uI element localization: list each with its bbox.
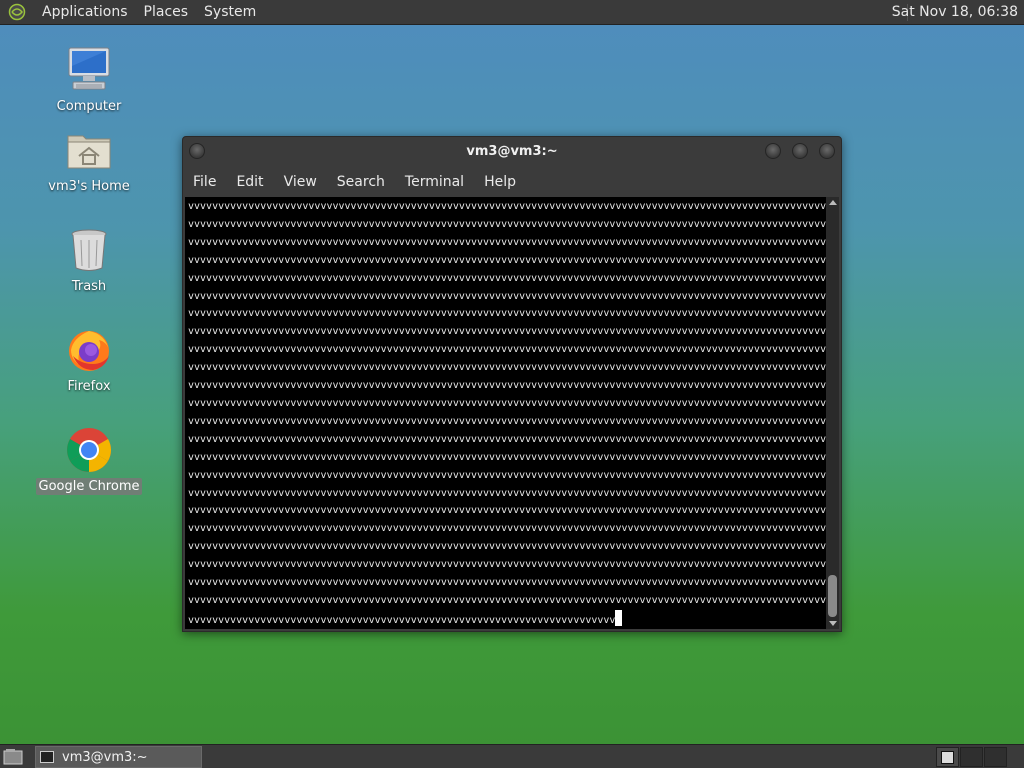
terminal-line: vvvvvvvvvvvvvvvvvvvvvvvvvvvvvvvvvvvvvvvv…: [188, 523, 827, 535]
show-desktop-icon[interactable]: [3, 748, 23, 766]
menu-system[interactable]: System: [196, 0, 264, 25]
terminal-line: vvvvvvvvvvvvvvvvvvvvvvvvvvvvvvvvvvvvvvvv…: [188, 541, 827, 553]
terminal-line: vvvvvvvvvvvvvvvvvvvvvvvvvvvvvvvvvvvvvvvv…: [188, 609, 827, 629]
terminal-line: vvvvvvvvvvvvvvvvvvvvvvvvvvvvvvvvvvvvvvvv…: [188, 344, 827, 356]
terminal-icon: [40, 751, 54, 763]
home-folder-icon: [67, 135, 111, 169]
taskbar-item-label: vm3@vm3:~: [62, 749, 148, 765]
maximize-button[interactable]: [792, 143, 808, 159]
desktop-icon-label: Google Chrome: [35, 478, 143, 495]
close-button[interactable]: [819, 143, 835, 159]
desktop-icon-label: Trash: [71, 279, 107, 294]
bottom-panel: vm3@vm3:~: [0, 744, 1024, 768]
window-title: vm3@vm3:~: [466, 144, 558, 159]
terminal-output[interactable]: vvvvvvvvvvvvvvvvvvvvvvvvvvvvvvvvvvvvvvvv…: [185, 197, 827, 629]
terminal-line: vvvvvvvvvvvvvvvvvvvvvvvvvvvvvvvvvvvvvvvv…: [188, 397, 827, 409]
terminal-cursor: [615, 609, 623, 626]
terminal-scrollbar[interactable]: [826, 197, 839, 629]
terminal-line: vvvvvvvvvvvvvvvvvvvvvvvvvvvvvvvvvvvvvvvv…: [188, 254, 827, 266]
terminal-line: vvvvvvvvvvvvvvvvvvvvvvvvvvvvvvvvvvvvvvvv…: [188, 415, 827, 427]
menu-file[interactable]: File: [183, 174, 226, 190]
terminal-line: vvvvvvvvvvvvvvvvvvvvvvvvvvvvvvvvvvvvvvvv…: [188, 433, 827, 445]
terminal-line: vvvvvvvvvvvvvvvvvvvvvvvvvvvvvvvvvvvvvvvv…: [188, 308, 827, 320]
distro-logo-icon[interactable]: [8, 3, 26, 21]
terminal-line: vvvvvvvvvvvvvvvvvvvvvvvvvvvvvvvvvvvvvvvv…: [188, 577, 827, 589]
terminal-line: vvvvvvvvvvvvvvvvvvvvvvvvvvvvvvvvvvvvvvvv…: [188, 487, 827, 499]
terminal-line: vvvvvvvvvvvvvvvvvvvvvvvvvvvvvvvvvvvvvvvv…: [188, 451, 827, 463]
top-panel: Applications Places System Sat Nov 18, 0…: [0, 0, 1024, 25]
desktop-icon-trash[interactable]: Trash: [34, 226, 144, 295]
workspace-switcher-1[interactable]: [936, 747, 959, 767]
terminal-line: vvvvvvvvvvvvvvvvvvvvvvvvvvvvvvvvvvvvvvvv…: [188, 218, 827, 230]
terminal-line: vvvvvvvvvvvvvvvvvvvvvvvvvvvvvvvvvvvvvvvv…: [188, 201, 827, 212]
desktop-icon-label: Firefox: [67, 379, 111, 394]
menu-places[interactable]: Places: [136, 0, 197, 25]
terminal-line: vvvvvvvvvvvvvvvvvvvvvvvvvvvvvvvvvvvvvvvv…: [188, 505, 827, 517]
terminal-menubar: File Edit View Search Terminal Help: [183, 169, 841, 195]
terminal-window[interactable]: vm3@vm3:~ File Edit View Search Terminal…: [182, 136, 842, 632]
desktop-icon-home[interactable]: vm3's Home: [34, 126, 144, 195]
workspace-switcher-2[interactable]: [960, 747, 983, 767]
window-menu-button[interactable]: [189, 143, 205, 159]
minimize-button[interactable]: [765, 143, 781, 159]
terminal-line: vvvvvvvvvvvvvvvvvvvvvvvvvvvvvvvvvvvvvvvv…: [188, 326, 827, 338]
menu-help[interactable]: Help: [474, 174, 526, 190]
desktop-icon-computer[interactable]: Computer: [34, 46, 144, 115]
workspace-switcher-3[interactable]: [984, 747, 1007, 767]
terminal-line: vvvvvvvvvvvvvvvvvvvvvvvvvvvvvvvvvvvvvvvv…: [188, 559, 827, 571]
terminal-line: vvvvvvvvvvvvvvvvvvvvvvvvvvvvvvvvvvvvvvvv…: [188, 236, 827, 248]
menu-search[interactable]: Search: [327, 174, 395, 190]
desktop-icon-firefox[interactable]: Firefox: [34, 326, 144, 395]
taskbar-item-terminal[interactable]: vm3@vm3:~: [35, 746, 202, 768]
menu-view[interactable]: View: [274, 174, 327, 190]
computer-icon: [68, 47, 110, 90]
terminal-line: vvvvvvvvvvvvvvvvvvvvvvvvvvvvvvvvvvvvvvvv…: [188, 469, 827, 481]
terminal-last-line-text: vvvvvvvvvvvvvvvvvvvvvvvvvvvvvvvvvvvvvvvv…: [188, 614, 616, 626]
scrollbar-thumb[interactable]: [828, 575, 837, 617]
terminal-line: vvvvvvvvvvvvvvvvvvvvvvvvvvvvvvvvvvvvvvvv…: [188, 272, 827, 284]
workspace-window-thumbnail: [941, 751, 954, 764]
desktop-icon-label: Computer: [56, 99, 122, 114]
menu-applications[interactable]: Applications: [34, 0, 136, 25]
clock[interactable]: Sat Nov 18, 06:38: [892, 0, 1018, 25]
terminal-line: vvvvvvvvvvvvvvvvvvvvvvvvvvvvvvvvvvvvvvvv…: [188, 362, 827, 374]
desktop-icon-chrome[interactable]: Google Chrome: [34, 426, 144, 495]
terminal-line: vvvvvvvvvvvvvvvvvvvvvvvvvvvvvvvvvvvvvvvv…: [188, 290, 827, 302]
terminal-line: vvvvvvvvvvvvvvvvvvvvvvvvvvvvvvvvvvvvvvvv…: [188, 594, 827, 606]
trash-icon: [71, 229, 107, 271]
menu-edit[interactable]: Edit: [226, 174, 273, 190]
terminal-titlebar[interactable]: vm3@vm3:~: [183, 137, 841, 167]
desktop-icon-label: vm3's Home: [48, 179, 130, 194]
chrome-icon: [67, 428, 111, 472]
menu-terminal[interactable]: Terminal: [395, 174, 474, 190]
terminal-line: vvvvvvvvvvvvvvvvvvvvvvvvvvvvvvvvvvvvvvvv…: [188, 380, 827, 392]
firefox-icon: [69, 331, 109, 371]
scroll-down-arrow-icon[interactable]: [829, 621, 837, 626]
scroll-up-arrow-icon[interactable]: [829, 200, 837, 205]
